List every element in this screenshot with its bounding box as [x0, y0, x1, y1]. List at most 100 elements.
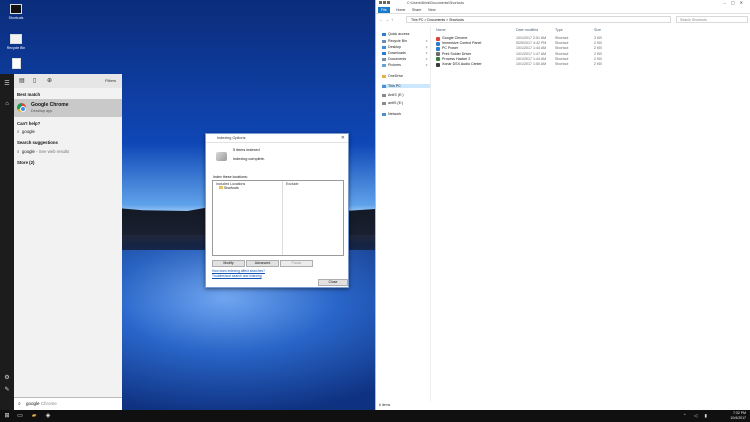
pin-icon: ★ [425, 57, 428, 61]
indexing-help-link[interactable]: How does indexing affect searches? [212, 269, 265, 273]
nav-icon [382, 32, 386, 36]
search-scope-tabs: ▤ ▯ ⊕ Filters [14, 74, 122, 88]
store-icon[interactable]: ◈ [44, 412, 52, 420]
nav-item[interactable]: antIS (E:) [382, 101, 430, 105]
explorer-search-input[interactable]: Search Shortcuts [676, 16, 748, 23]
tab-share[interactable]: Share [412, 8, 421, 12]
close-icon[interactable]: ✕ [341, 135, 345, 141]
file-type: Shortcut [555, 36, 569, 40]
file-type: Shortcut [555, 51, 569, 56]
file-explorer-window: C:\Users\Brink\Documents\Shortcuts –▢✕ F… [375, 0, 750, 410]
clock-date: 10/4/2017 [730, 415, 746, 420]
file-size: 2 KB [594, 46, 602, 51]
store-header[interactable]: Store (2) [17, 160, 34, 165]
column-header-name[interactable]: Name [436, 28, 446, 32]
system-tray-icons[interactable]: ⌃ ◁ ▮ [683, 413, 710, 419]
nav-item[interactable]: AntIS (E:) [382, 93, 430, 97]
cant-help-header: Can't help? [17, 121, 41, 126]
all-results-icon[interactable]: ▤ [19, 77, 25, 84]
items-indexed-count: 5 items indexed [233, 148, 260, 152]
advanced-button[interactable]: Advanced [246, 260, 279, 267]
file-size: 2 KB [594, 41, 602, 46]
nav-icon [382, 63, 386, 67]
address-bar[interactable]: This PC > Documents > Shortcuts [406, 16, 671, 23]
desktop-icon-file[interactable] [3, 58, 29, 71]
file-row[interactable]: Xonar DSX Audio Center 10/1/2017 1:50 AM S… [436, 62, 748, 67]
column-header-date[interactable]: Date modified [516, 28, 538, 32]
home-icon[interactable]: ⌂ [3, 100, 11, 108]
nav-item[interactable]: Network [382, 112, 430, 116]
pin-icon: ★ [425, 63, 428, 67]
nav-item[interactable]: Documents ★ [382, 57, 430, 61]
file-date: 9/29/2017 4:42 PM [516, 41, 547, 46]
web-globe-icon[interactable]: ⊕ [47, 77, 52, 84]
column-header-size[interactable]: Size [594, 28, 601, 32]
nav-icon [382, 51, 386, 55]
nav-icon [382, 112, 386, 116]
file-name: Print Solder Driver [442, 51, 472, 56]
feedback-icon[interactable]: ✎ [3, 386, 11, 394]
search-query-text: google [26, 401, 40, 406]
nav-item[interactable]: Quick access [382, 32, 430, 36]
task-view-icon[interactable]: ▭ [16, 412, 24, 420]
file-type: Shortcut [555, 62, 569, 66]
desktop-icon-label: Recycle Bin [6, 46, 26, 50]
best-match-result[interactable]: Google Chrome Desktop app [14, 99, 122, 117]
shortcut-icon [436, 36, 440, 41]
file-type: Shortcut [555, 46, 569, 51]
file-size: 2 KB [594, 62, 602, 66]
column-header-type[interactable]: Type [555, 28, 563, 32]
settings-gear-icon[interactable]: ⚙ [3, 374, 11, 382]
hamburger-icon[interactable]: ☰ [3, 80, 11, 88]
tab-home[interactable]: Home [396, 8, 405, 12]
taskbar-search-input[interactable]: ⌕ google Chrome [14, 397, 122, 410]
nav-item[interactable]: This PC [382, 84, 430, 88]
clock-time: 7:32 PM [732, 411, 746, 415]
start-search-panel: ☰ ⌂ ⚙ ✎ ▤ ▯ ⊕ Filters Best match Google … [0, 74, 122, 410]
index-locations-label: Index these locations: [213, 175, 248, 179]
file-name: Xonar DSX Audio Center [442, 62, 482, 66]
file-list: Name Date modified Type Size Google Chro… [436, 26, 748, 401]
documents-icon[interactable]: ▯ [33, 77, 36, 84]
best-match-subtitle: Desktop app [31, 109, 53, 113]
nav-item[interactable]: Recycle Bin ★ [382, 39, 430, 43]
file-date: 10/1/2017 1:47 AM [516, 51, 547, 56]
quick-access-toolbar[interactable] [379, 1, 403, 5]
pause-button[interactable]: Pause [280, 260, 313, 267]
nav-item[interactable]: Downloads ★ [382, 51, 430, 55]
window-controls[interactable]: –▢✕ [724, 0, 748, 5]
troubleshoot-link[interactable]: Troubleshoot search and indexing [212, 274, 262, 278]
clock[interactable]: 7:32 PM 10/4/2017 [730, 411, 746, 420]
file-date: 10/1/2017 1:50 AM [516, 62, 547, 66]
dialog-titlebar: Indexing Options ✕ [206, 134, 348, 143]
nav-icon [382, 45, 386, 49]
indexing-status: Indexing complete. [233, 157, 265, 161]
file-name: Google Chrome [442, 36, 468, 40]
cant-help-result[interactable]: ⌕ google [17, 129, 35, 134]
file-explorer-icon[interactable]: ▰ [30, 412, 38, 420]
navigation-pane: Quick access Recycle Bin ★ Desktop ★ Download… [376, 26, 431, 401]
search-suggestion-item[interactable]: ⌕ google - See web results [17, 149, 69, 154]
close-button[interactable]: Close [318, 279, 348, 286]
windows-start-icon[interactable]: ⊞ [3, 412, 11, 420]
indexing-icon [216, 152, 227, 161]
index-locations-table[interactable]: Included Locations Exclude Shortcuts [212, 180, 344, 256]
nav-icon [382, 74, 386, 78]
file-date: 10/1/2017 1:44 AM [516, 46, 547, 51]
nav-item[interactable]: Pictures ★ [382, 63, 430, 67]
tab-file[interactable]: File [378, 7, 390, 13]
nav-item[interactable]: Desktop ★ [382, 45, 430, 49]
modify-button[interactable]: Modify [212, 260, 245, 267]
desktop-icon-recycle-bin[interactable]: Recycle Bin [3, 34, 29, 50]
taskbar: ⊞ ▭ ▰ ◈ ⌃ ◁ ▮ 7:32 PM 10/4/2017 [0, 410, 750, 422]
navigation-arrows[interactable]: ←→↑ [379, 17, 395, 22]
pin-icon: ★ [425, 39, 428, 43]
nav-item[interactable]: OneDrive [382, 74, 430, 78]
location-row[interactable]: Shortcuts [219, 186, 239, 190]
file-size: 2 KB [594, 51, 602, 56]
file-name: Process Hacker 2 [442, 56, 471, 61]
desktop-icon-shortcuts[interactable]: Shortcuts [3, 4, 29, 20]
recycle-bin-icon [10, 34, 22, 44]
tab-view[interactable]: View [428, 8, 436, 12]
filters-dropdown[interactable]: Filters [105, 78, 116, 83]
